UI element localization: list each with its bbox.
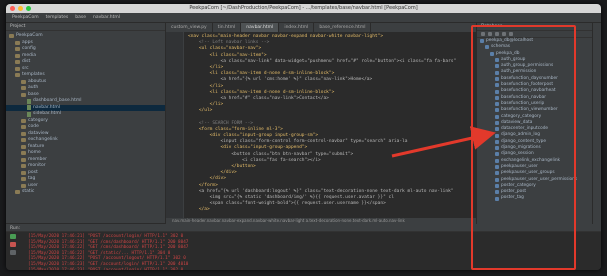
highlight-arrow <box>391 126 496 158</box>
arrow-line <box>391 126 496 158</box>
